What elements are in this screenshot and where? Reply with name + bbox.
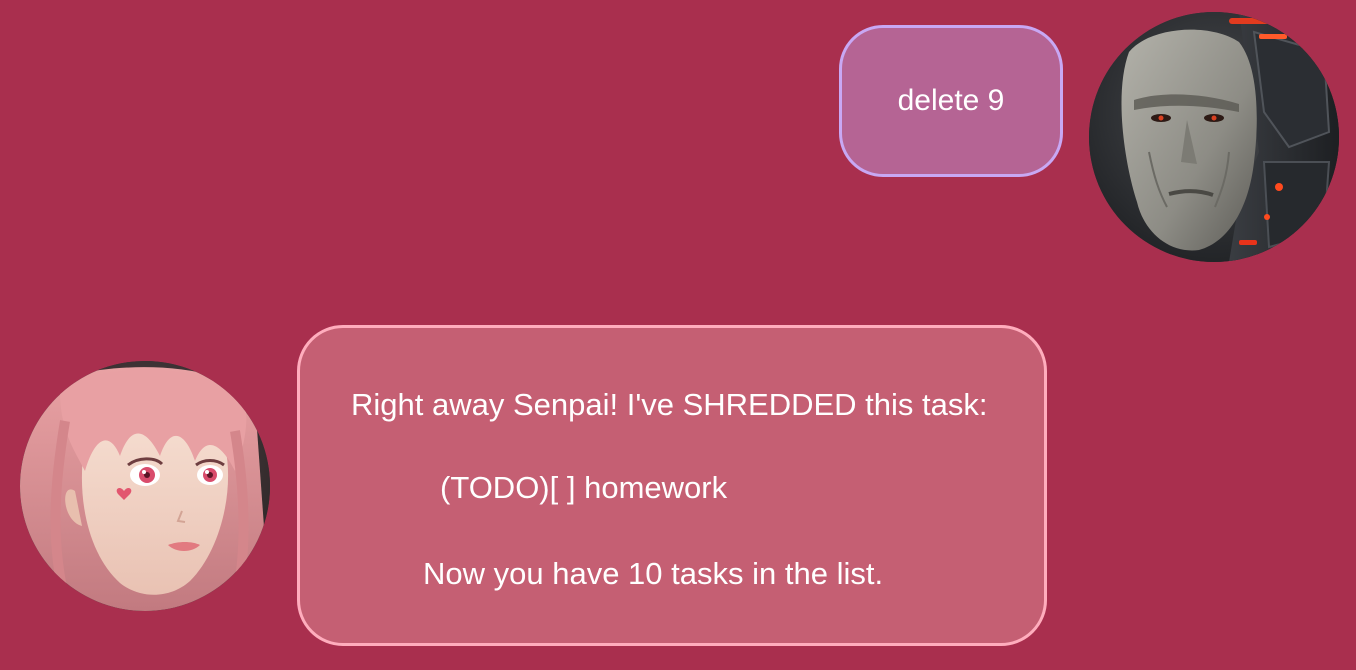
cyborg-man-avatar-image [1089,12,1339,262]
bot-message-bubble: Right away Senpai! I've SHREDDED this ta… [297,325,1047,646]
bot-message-line-confirmation: Right away Senpai! I've SHREDDED this ta… [351,387,988,422]
bot-message-line-task: (TODO)[ ] homework [440,470,728,505]
bot-avatar [20,361,270,611]
user-avatar [1089,12,1339,262]
user-message-text: delete 9 [897,84,1005,117]
pink-hair-girl-avatar-image [20,361,270,611]
bot-message-line-count: Now you have 10 tasks in the list. [423,556,884,591]
chat-window: delete 9 Right away Senpai! I've SHREDDE… [0,0,1356,670]
user-message-bubble: delete 9 [839,25,1063,177]
